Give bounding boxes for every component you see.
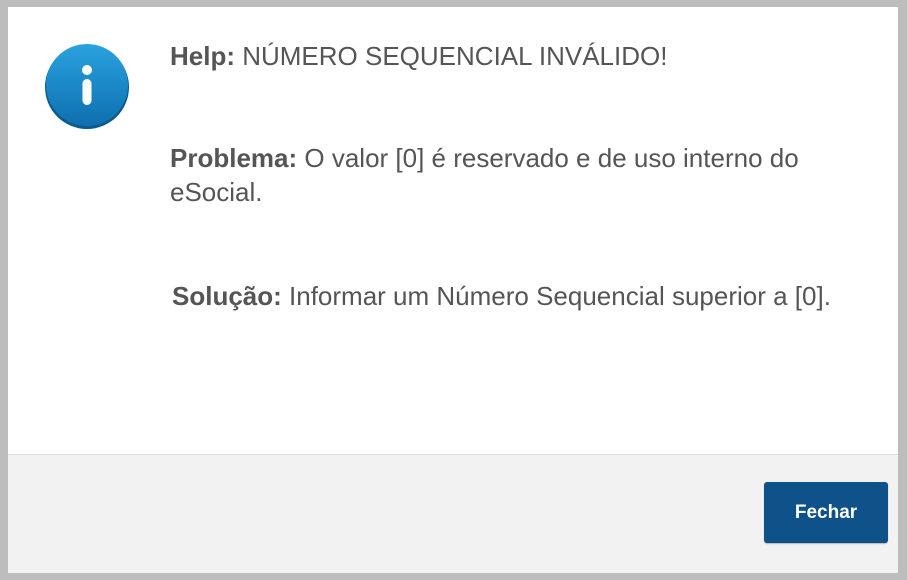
dialog-body: Help: NÚMERO SEQUENCIAL INVÁLIDO! Proble… — [8, 7, 898, 454]
info-icon — [45, 44, 129, 129]
close-button[interactable]: Fechar — [764, 482, 888, 543]
solution-label: Solução: — [172, 281, 282, 311]
problem-label: Problema: — [170, 143, 298, 173]
help-dialog: Help: NÚMERO SEQUENCIAL INVÁLIDO! Proble… — [8, 7, 898, 573]
help-text: NÚMERO SEQUENCIAL INVÁLIDO! — [235, 41, 668, 71]
help-line: Help: NÚMERO SEQUENCIAL INVÁLIDO! — [170, 39, 667, 73]
problem-paragraph: Problema: O valor [0] é reservado e de u… — [170, 141, 870, 209]
dialog-footer: Fechar — [8, 454, 898, 573]
solution-paragraph: Solução: Informar um Número Sequencial s… — [172, 279, 862, 313]
help-label: Help: — [170, 41, 235, 71]
solution-text: Informar um Número Sequencial superior a… — [281, 281, 831, 311]
